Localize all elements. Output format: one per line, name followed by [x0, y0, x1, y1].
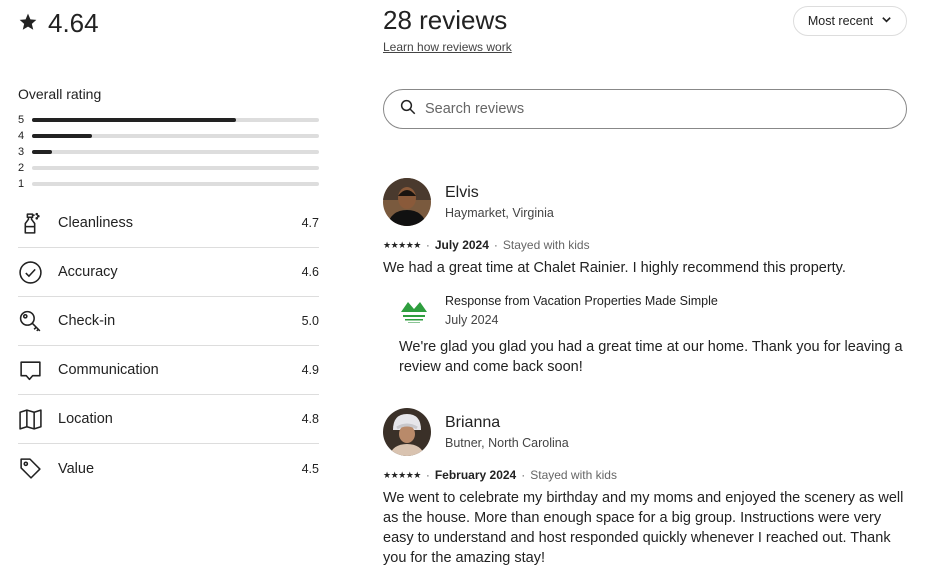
review-card: Elvis Haymarket, Virginia ★★★★★ · July 2…	[383, 178, 907, 378]
key-icon	[18, 309, 58, 334]
category-cleanliness: Cleanliness 4.7	[18, 199, 319, 248]
reviews-count-title: 28 reviews	[383, 5, 508, 35]
distribution-track	[32, 150, 319, 154]
review-date: February 2024	[434, 468, 517, 482]
distribution-fill	[32, 134, 93, 138]
distribution-track	[32, 134, 319, 138]
distribution-row: 5	[18, 112, 319, 128]
distribution-row: 4	[18, 128, 319, 144]
category-label: Communication	[58, 362, 159, 378]
distribution-label: 5	[18, 114, 25, 126]
tag-icon	[18, 456, 58, 481]
overall-rating-label: Overall rating	[18, 86, 102, 102]
review-text: We had a great time at Chalet Rainier. I…	[383, 260, 846, 276]
category-value: 4.6	[301, 265, 319, 279]
host-response: Response from Vacation Properties Made S…	[399, 294, 907, 378]
reviewer-name: Brianna	[445, 414, 501, 431]
host-logo	[399, 296, 429, 326]
review-card: Brianna Butner, North Carolina ★★★★★ · F…	[383, 408, 907, 571]
separator-dot: ·	[521, 468, 526, 482]
overall-score: 4.64	[18, 8, 99, 39]
map-icon	[18, 407, 58, 432]
response-title: Response from Vacation Properties Made S…	[445, 294, 718, 308]
category-check-in: Check-in 5.0	[18, 297, 319, 346]
separator-dot: ·	[425, 468, 430, 482]
search-input[interactable]	[425, 101, 845, 117]
distribution-label: 2	[18, 162, 25, 174]
distribution-track	[32, 166, 319, 170]
distribution-track	[32, 182, 319, 186]
chevron-down-icon	[881, 14, 892, 28]
search-reviews-box[interactable]	[383, 89, 907, 129]
separator-dot: ·	[425, 238, 430, 252]
trip-type: Stayed with kids	[502, 238, 590, 252]
review-meta: ★★★★★ · July 2024 · Stayed with kids	[383, 238, 590, 252]
distribution-label: 4	[18, 130, 25, 142]
category-label: Check-in	[58, 313, 116, 329]
category-value: 4.5	[301, 461, 319, 476]
category-value: 4.8	[301, 412, 319, 426]
category-communication: Communication 4.9	[18, 346, 319, 395]
reviewer-location: Haymarket, Virginia	[445, 206, 554, 220]
reviewer-location: Butner, North Carolina	[445, 436, 569, 450]
avatar[interactable]	[383, 408, 431, 456]
distribution-row: 2	[18, 160, 319, 176]
response-text: We're glad you glad you had a great time…	[399, 339, 903, 375]
review-date: July 2024	[434, 238, 489, 252]
distribution-row: 1	[18, 176, 319, 192]
category-label: Accuracy	[58, 264, 118, 280]
distribution-fill	[32, 150, 53, 154]
trip-type: Stayed with kids	[530, 468, 617, 482]
category-value: 4.9	[301, 363, 319, 377]
category-value: 5.0	[301, 314, 319, 328]
avatar[interactable]	[383, 178, 431, 226]
response-date: July 2024	[445, 313, 499, 327]
learn-how-reviews-work-link[interactable]: Learn how reviews work	[383, 40, 512, 54]
sort-label: Most recent	[807, 14, 874, 28]
category-label: Cleanliness	[58, 215, 133, 231]
review-text: We went to celebrate my birthday and my …	[383, 490, 904, 566]
review-stars: ★★★★★	[383, 239, 421, 250]
search-icon	[399, 98, 417, 121]
category-accuracy: Accuracy 4.6	[18, 248, 319, 297]
review-stars: ★★★★★	[383, 469, 421, 480]
category-value-rating: Value 4.5	[18, 444, 319, 493]
distribution-row: 3	[18, 144, 319, 160]
distribution-track	[32, 118, 319, 122]
check-circle-icon	[18, 260, 58, 285]
category-value: 4.7	[301, 216, 319, 230]
distribution-fill	[32, 118, 236, 122]
distribution-label: 3	[18, 146, 25, 158]
separator-dot: ·	[493, 238, 498, 252]
star-icon	[18, 8, 38, 39]
chat-bubble-icon	[18, 358, 58, 383]
spray-bottle-icon	[18, 211, 58, 236]
score-value: 4.64	[48, 8, 99, 38]
review-meta: ★★★★★ · February 2024 · Stayed with kids	[383, 468, 617, 482]
category-ratings: Cleanliness 4.7 Accuracy 4.6 Check-in 5.…	[18, 199, 319, 493]
rating-distribution: 5 4 3 2 1	[18, 112, 319, 192]
distribution-label: 1	[18, 178, 25, 190]
category-location: Location 4.8	[18, 395, 319, 444]
category-label: Value	[58, 460, 95, 477]
reviewer-name: Elvis	[445, 184, 479, 201]
category-label: Location	[58, 411, 113, 427]
sort-dropdown[interactable]: Most recent	[793, 6, 907, 36]
